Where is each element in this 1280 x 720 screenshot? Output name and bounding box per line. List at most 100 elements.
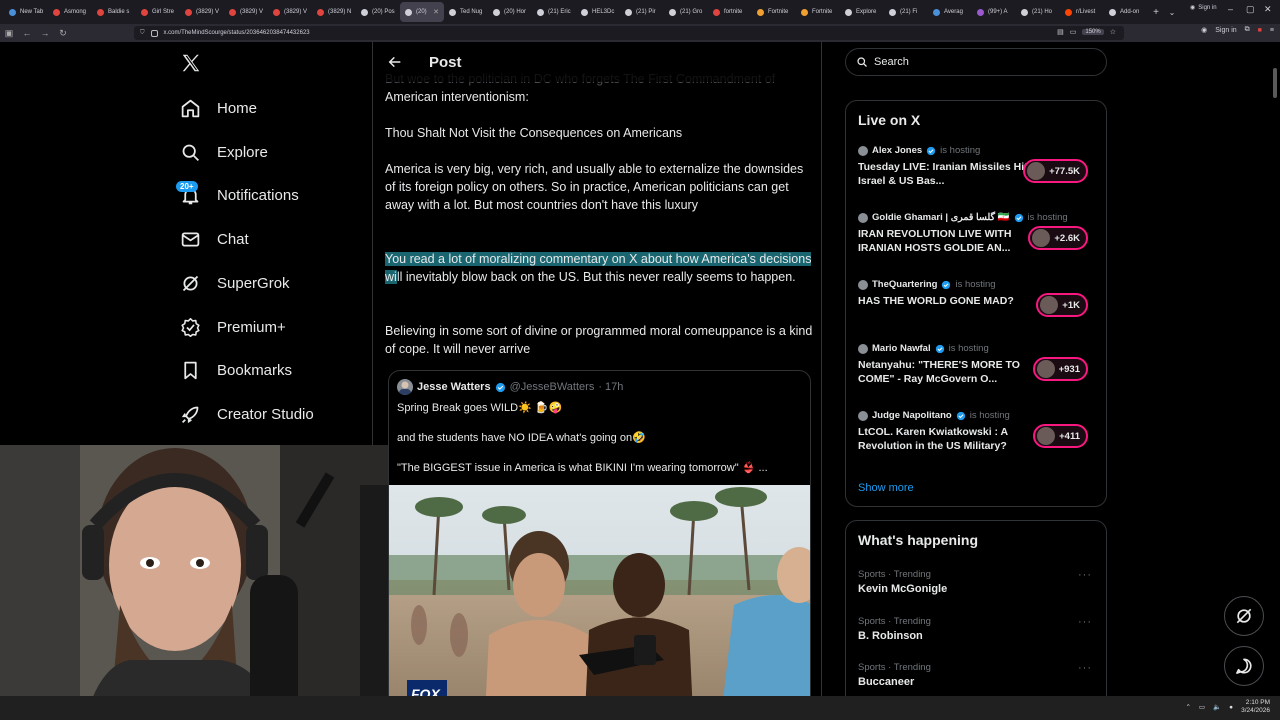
network-icon[interactable]: ▭ (1199, 703, 1205, 711)
live-space-title[interactable]: HAS THE WORLD GONE MAD? (858, 294, 1028, 308)
search-box[interactable] (845, 48, 1107, 76)
sidebar-toggle-icon[interactable]: ▣ (0, 28, 18, 39)
live-space-item[interactable]: Mario Nawfal is hosting Netanyahu: "THERE'… (858, 343, 1098, 386)
nav-chat[interactable]: Chat (180, 224, 249, 254)
extension-icon[interactable]: ■ (1258, 27, 1262, 34)
avatar[interactable] (397, 379, 413, 395)
host-name[interactable]: Judge Napolitano (872, 410, 952, 421)
browser-tab[interactable]: Ted Nug (444, 2, 488, 22)
account-icon[interactable]: ◉ (1201, 26, 1207, 34)
listener-count-pill[interactable]: +1K (1036, 293, 1088, 317)
minimize-button[interactable]: – (1228, 4, 1233, 14)
nav-home[interactable]: Home (180, 93, 257, 123)
quoted-video-thumbnail[interactable]: FOX (389, 485, 811, 720)
browser-tab[interactable]: (3829) N (312, 2, 356, 22)
nav-creator-studio[interactable]: Creator Studio (180, 399, 314, 429)
nav-premium[interactable]: Premium+ (180, 312, 286, 342)
show-more-link[interactable]: Show more (858, 482, 914, 494)
extensions-icon[interactable]: ⧉ (1245, 26, 1250, 34)
maximize-button[interactable]: ▢ (1246, 4, 1255, 15)
bookmark-star-icon[interactable]: ☆ (1110, 28, 1116, 36)
live-space-item[interactable]: Goldie Ghamari | گلسا قمری 🇮🇷 is hosting I… (858, 212, 1098, 255)
reload-button[interactable]: ↻ (54, 28, 72, 39)
host-name[interactable]: Goldie Ghamari | گلسا قمری 🇮🇷 (872, 212, 1010, 223)
sign-in-label[interactable]: Sign in (1215, 27, 1236, 34)
clock[interactable]: 2:10 PM 3/24/2026 (1241, 699, 1270, 715)
browser-tab[interactable]: (21) Fi (884, 2, 928, 22)
listener-count-pill[interactable]: +931 (1032, 357, 1088, 381)
search-input[interactable] (874, 56, 1074, 68)
browser-tab[interactable]: (21) Pir (620, 2, 664, 22)
quoted-author-name[interactable]: Jesse Watters (417, 381, 491, 393)
forward-button[interactable]: → (36, 28, 54, 38)
nav-bookmarks[interactable]: Bookmarks (180, 355, 292, 385)
browser-tab[interactable]: (21) Ho (1016, 2, 1060, 22)
messages-floating-button[interactable] (1224, 646, 1264, 686)
grok-floating-button[interactable] (1224, 596, 1264, 636)
more-options-icon[interactable]: ··· (1078, 569, 1092, 581)
live-space-title[interactable]: Netanyahu: "THERE'S MORE TO COME" - Ray … (858, 358, 1028, 386)
address-bar[interactable]: ⛉ x.com/TheMindScourge/status/2036462038… (134, 26, 1124, 40)
x-logo-icon[interactable] (180, 52, 202, 74)
trend-item[interactable]: Sports · Trending Kevin McGonigle ··· (858, 569, 1098, 595)
listener-count-pill[interactable]: +411 (1033, 424, 1088, 448)
browser-tab[interactable]: (20) Hor (488, 2, 532, 22)
browser-tab[interactable]: Averag (928, 2, 972, 22)
browser-tab[interactable]: Asmong (48, 2, 92, 22)
browser-tab[interactable]: (99+) A (972, 2, 1016, 22)
close-window-button[interactable]: ✕ (1264, 4, 1272, 15)
nav-explore[interactable]: Explore (180, 137, 268, 167)
browser-tab[interactable]: New Tab (4, 2, 48, 22)
page-scrollbar[interactable] (1273, 68, 1277, 98)
browser-tab[interactable]: (3829) V (268, 2, 312, 22)
back-button[interactable]: ← (18, 28, 36, 38)
pip-icon[interactable]: ▭ (1070, 28, 1077, 36)
live-space-title[interactable]: Tuesday LIVE: Iranian Missiles Hit Israe… (858, 160, 1028, 188)
back-arrow-icon[interactable] (387, 54, 403, 70)
browser-tab[interactable]: HEL3Dc (576, 2, 620, 22)
browser-tab[interactable]: Fortnite (752, 2, 796, 22)
mic-icon[interactable]: ● (1229, 704, 1233, 711)
nav-supergrok[interactable]: SuperGrok (180, 268, 290, 298)
browser-tab[interactable]: Explore (840, 2, 884, 22)
live-space-item[interactable]: Judge Napolitano is hosting LtCOL. Karen K… (858, 410, 1098, 453)
browser-tab[interactable]: (3829) V (180, 2, 224, 22)
quoted-author-handle[interactable]: @JesseBWatters (510, 381, 595, 393)
live-space-title[interactable]: LtCOL. Karen Kwiatkowski : A Revolution … (858, 425, 1028, 453)
browser-tab[interactable]: Girl Stre (136, 2, 180, 22)
live-space-title[interactable]: IRAN REVOLUTION LIVE WITH IRANIAN HOSTS … (858, 227, 1028, 255)
menu-icon[interactable]: ≡ (1270, 27, 1274, 34)
close-tab-icon[interactable]: ✕ (433, 8, 439, 16)
new-tab-button[interactable]: + (1148, 7, 1164, 18)
browser-tab[interactable]: (21) Gro (664, 2, 708, 22)
chevron-up-icon[interactable]: ⌃ (1185, 703, 1190, 711)
browser-tab[interactable]: (20) ✕ (400, 2, 444, 22)
browser-tab[interactable]: (3829) V (224, 2, 268, 22)
browser-tab[interactable]: Fortnite (796, 2, 840, 22)
host-name[interactable]: Mario Nawfal (872, 343, 931, 354)
quoted-post[interactable]: Jesse Watters @JesseBWatters · 17h Sprin… (388, 370, 811, 720)
browser-tab[interactable]: fortnite (708, 2, 752, 22)
browser-tab[interactable]: (21) Eric (532, 2, 576, 22)
nav-notifications[interactable]: Notifications (180, 180, 299, 210)
tab-label: Fortnite (768, 9, 789, 15)
trend-item[interactable]: Sports · Trending Buccaneer ··· (858, 662, 1098, 688)
more-options-icon[interactable]: ··· (1078, 662, 1092, 674)
browser-tab[interactable]: Baldie s (92, 2, 136, 22)
list-tabs-button[interactable]: ⌄ (1164, 8, 1180, 17)
browser-tab[interactable]: (20) Pos (356, 2, 400, 22)
firefox-account-button[interactable]: ◉ Sign in (1190, 4, 1217, 12)
zoom-level[interactable]: 150% (1082, 29, 1104, 35)
host-name[interactable]: Alex Jones (872, 145, 922, 156)
live-space-item[interactable]: Alex Jones is hosting Tuesday LIVE: Irania… (858, 145, 1098, 188)
volume-icon[interactable]: 🔈 (1213, 703, 1221, 711)
browser-tab[interactable]: r/Livest (1060, 2, 1104, 22)
browser-tab[interactable]: Add-on (1104, 2, 1148, 22)
reader-view-icon[interactable]: ▤ (1057, 28, 1064, 36)
listener-count-pill[interactable]: +77.5K (1023, 159, 1088, 183)
live-space-item[interactable]: TheQuartering is hosting HAS THE WORLD GON… (858, 279, 1098, 317)
more-options-icon[interactable]: ··· (1078, 616, 1092, 628)
listener-count-pill[interactable]: +2.6K (1028, 226, 1088, 250)
host-name[interactable]: TheQuartering (872, 279, 937, 290)
trend-item[interactable]: Sports · Trending B. Robinson ··· (858, 616, 1098, 642)
